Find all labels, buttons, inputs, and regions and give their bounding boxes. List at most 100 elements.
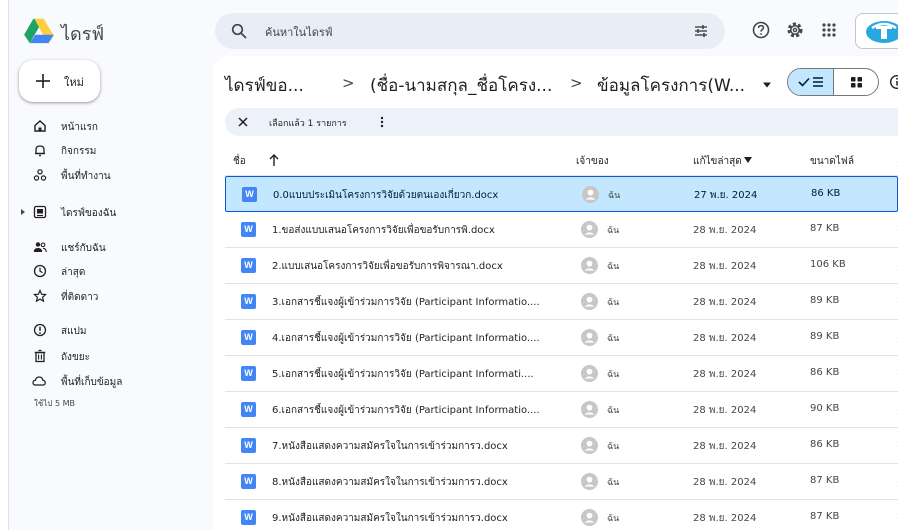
word-file-icon: W bbox=[241, 258, 256, 273]
app-title[interactable]: ไดรฟ์ bbox=[61, 19, 104, 48]
chevron-right-icon[interactable] bbox=[19, 208, 27, 216]
avatar-icon bbox=[581, 365, 598, 382]
table-row[interactable]: W 1.ขอส่งแบบเสนอโครงการวิจัยเพื่อขอรับการ… bbox=[225, 212, 898, 248]
file-size: 89 KB bbox=[810, 331, 840, 342]
word-file-icon: W bbox=[241, 330, 256, 345]
sidebar-item-trash[interactable]: ถังขยะ bbox=[9, 346, 209, 368]
check-icon bbox=[798, 77, 823, 87]
avatar-icon bbox=[581, 257, 598, 274]
file-size: 106 KB bbox=[810, 259, 846, 270]
file-size: 86 KB bbox=[810, 367, 840, 378]
word-file-icon: W bbox=[242, 187, 257, 202]
breadcrumb-item-current[interactable]: ข้อมูลโครงการ(W... bbox=[597, 72, 745, 99]
bell-icon bbox=[35, 145, 45, 157]
sidebar-item-label: ไดรฟ์ของฉัน bbox=[61, 208, 117, 219]
file-owner: ฉัน bbox=[607, 370, 620, 380]
sidebar-item-spam[interactable]: สแปม bbox=[9, 320, 209, 342]
sort-down-icon[interactable] bbox=[744, 157, 752, 163]
new-button[interactable]: ใหม่ bbox=[19, 60, 100, 102]
avatar-icon bbox=[581, 509, 598, 526]
file-modified-date: 28 พ.ย. 2024 bbox=[693, 225, 757, 236]
spam-icon bbox=[33, 323, 47, 337]
file-name[interactable]: 4.เอกสารชี้แจงผู้เข้าร่วมการวิจัย (Parti… bbox=[272, 331, 562, 346]
file-owner: ฉัน bbox=[608, 191, 621, 201]
sidebar-item-starred[interactable]: ที่ติดดาว bbox=[9, 286, 209, 308]
top-header: ไดรฟ์ ค้นหาในไดรฟ์ bbox=[9, 0, 898, 64]
close-icon[interactable] bbox=[237, 116, 249, 128]
drive-window: ไดรฟ์ ค้นหาในไดรฟ์ ใหม่ หน้าแรก กิจกรรม … bbox=[8, 0, 898, 530]
table-row[interactable]: W 3.เอกสารชี้แจงผู้เข้าร่วมการวิจัย (Part… bbox=[225, 284, 898, 320]
apps-grid-icon[interactable] bbox=[819, 20, 839, 40]
view-toggle bbox=[787, 68, 879, 96]
search-icon[interactable] bbox=[231, 23, 247, 39]
sidebar-item-shared[interactable]: แชร์กับฉัน bbox=[9, 237, 209, 259]
table-row[interactable]: W 6.เอกสารชี้แจงผู้เข้าร่วมการวิจัย (Part… bbox=[225, 392, 898, 428]
breadcrumb-separator: > bbox=[570, 74, 583, 92]
organization-logo-icon bbox=[866, 21, 898, 43]
table-row[interactable]: W 0.0แบบประเมินโครงการวิจัยด้วยตนเองเกี่ย… bbox=[225, 176, 898, 212]
sidebar-item-workspaces[interactable]: พื้นที่ทำงาน bbox=[9, 165, 209, 187]
column-header-name[interactable]: ชื่อ bbox=[233, 154, 246, 169]
file-owner: ฉัน bbox=[607, 406, 620, 416]
breadcrumb-item-project[interactable]: (ชื่อ-นามสกุล_ชื่อโครง... bbox=[370, 72, 552, 99]
more-vert-icon[interactable] bbox=[380, 116, 384, 128]
column-header-size[interactable]: ขนาดไฟล์ bbox=[810, 154, 854, 169]
word-file-icon: W bbox=[241, 366, 256, 381]
file-name[interactable]: 0.0แบบประเมินโครงการวิจัยด้วยตนเองเกี่ยว… bbox=[273, 188, 563, 203]
drive-logo-icon[interactable] bbox=[23, 18, 55, 44]
file-name[interactable]: 2.แบบเสนอโครงการวิจัยเพื่อขอรับการพิจารณ… bbox=[272, 259, 562, 274]
sidebar-item-home[interactable]: หน้าแรก bbox=[9, 116, 209, 138]
table-row[interactable]: W 2.แบบเสนอโครงการวิจัยเพื่อขอรับการพิจาร… bbox=[225, 248, 898, 284]
table-row[interactable]: W 9.หนังสือแสดงความสมัครใจในการเข้าร่วมกา… bbox=[225, 500, 898, 530]
table-row[interactable]: W 7.หนังสือแสดงความสมัครใจในการเข้าร่วมกา… bbox=[225, 428, 898, 464]
file-name[interactable]: 1.ขอส่งแบบเสนอโครงการวิจัยเพื่อขอรับการพ… bbox=[272, 223, 562, 238]
column-header-modified[interactable]: แก้ไขล่าสุด bbox=[693, 154, 742, 169]
info-icon[interactable] bbox=[889, 74, 898, 90]
chevron-down-icon[interactable] bbox=[762, 81, 772, 89]
tune-icon[interactable] bbox=[693, 23, 709, 39]
word-file-icon: W bbox=[241, 438, 256, 453]
search-bar[interactable]: ค้นหาในไดรฟ์ bbox=[215, 13, 725, 49]
file-modified-date: 28 พ.ย. 2024 bbox=[693, 441, 757, 452]
sidebar-item-storage[interactable]: พื้นที่เก็บข้อมูล bbox=[9, 371, 209, 393]
file-size: 87 KB bbox=[810, 475, 840, 486]
help-icon[interactable] bbox=[751, 20, 771, 40]
file-modified-date: 28 พ.ย. 2024 bbox=[693, 261, 757, 272]
sidebar-item-my-drive[interactable]: ไดรฟ์ของฉัน bbox=[9, 202, 209, 224]
star-icon bbox=[33, 289, 47, 303]
file-name[interactable]: 3.เอกสารชี้แจงผู้เข้าร่วมการวิจัย (Parti… bbox=[272, 295, 562, 310]
sidebar-item-activity[interactable]: กิจกรรม bbox=[9, 140, 209, 162]
selection-count: เลือกแล้ว 1 รายการ bbox=[269, 119, 347, 129]
settings-icon[interactable] bbox=[785, 20, 805, 40]
search-input[interactable]: ค้นหาในไดรฟ์ bbox=[265, 23, 333, 41]
sidebar-item-label: ล่าสุด bbox=[61, 267, 86, 278]
breadcrumb-item-root[interactable]: ไดรฟ์ขอ... bbox=[225, 72, 304, 99]
file-name[interactable]: 7.หนังสือแสดงความสมัครใจในการเข้าร่วมการ… bbox=[272, 439, 562, 454]
grid-view-button[interactable] bbox=[834, 69, 878, 95]
account-badge[interactable] bbox=[855, 13, 898, 49]
file-name[interactable]: 5.เอกสารชี้แจงผู้เข้าร่วมการวิจัย (Parti… bbox=[272, 367, 562, 382]
file-owner: ฉัน bbox=[607, 262, 620, 272]
list-view-button[interactable] bbox=[788, 69, 834, 95]
column-header-owner[interactable]: เจ้าของ bbox=[576, 154, 609, 169]
arrow-up-icon[interactable] bbox=[268, 153, 280, 167]
avatar-icon bbox=[581, 329, 598, 346]
file-name[interactable]: 8.หนังสือแสดงความสมัครใจในการเข้าร่วมการ… bbox=[272, 475, 562, 490]
table-row[interactable]: W 5.เอกสารชี้แจงผู้เข้าร่วมการวิจัย (Part… bbox=[225, 356, 898, 392]
sidebar-item-label: หน้าแรก bbox=[61, 122, 98, 133]
file-modified-date: 28 พ.ย. 2024 bbox=[693, 333, 757, 344]
table-row[interactable]: W 4.เอกสารชี้แจงผู้เข้าร่วมการวิจัย (Part… bbox=[225, 320, 898, 356]
file-name[interactable]: 9.หนังสือแสดงความสมัครใจในการเข้าร่วมการ… bbox=[272, 511, 562, 526]
new-button-label: ใหม่ bbox=[64, 76, 84, 89]
grid-view-icon bbox=[851, 77, 862, 88]
table-row[interactable]: W 8.หนังสือแสดงความสมัครใจในการเข้าร่วมกา… bbox=[225, 464, 898, 500]
file-owner: ฉัน bbox=[607, 442, 620, 452]
file-name[interactable]: 6.เอกสารชี้แจงผู้เข้าร่วมการวิจัย (Parti… bbox=[272, 403, 562, 418]
sidebar-item-label: กิจกรรม bbox=[61, 146, 97, 157]
sidebar-item-recent[interactable]: ล่าสุด bbox=[9, 261, 209, 283]
file-owner: ฉัน bbox=[607, 478, 620, 488]
file-modified-date: 28 พ.ย. 2024 bbox=[693, 405, 757, 416]
file-size: 87 KB bbox=[810, 223, 840, 234]
sidebar-item-label: ถังขยะ bbox=[61, 352, 91, 363]
file-size: 90 KB bbox=[810, 403, 840, 414]
